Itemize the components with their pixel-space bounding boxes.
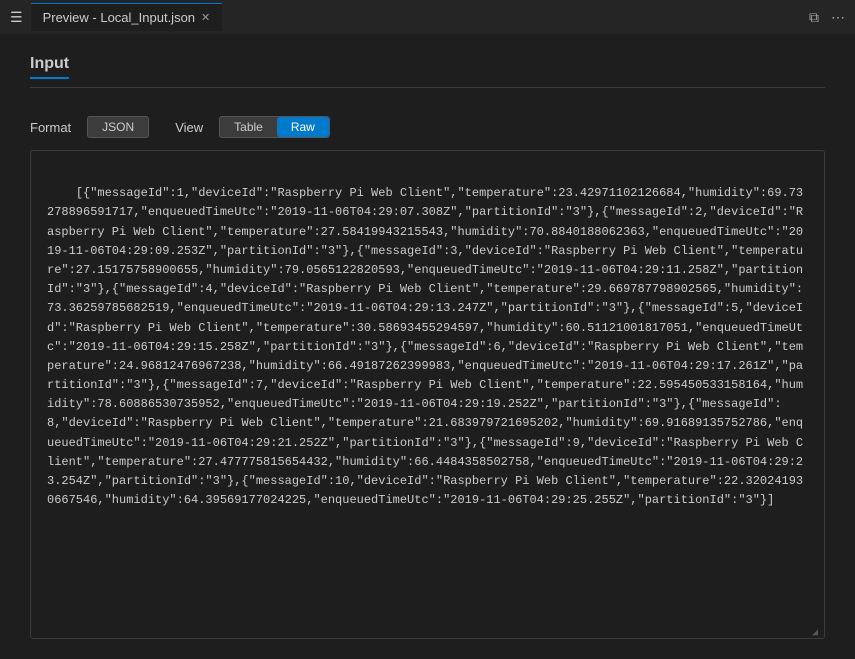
section-header: Input — [30, 55, 825, 79]
title-bar-right: ⧉ ⋯ — [809, 9, 845, 26]
more-actions-icon[interactable]: ⋯ — [831, 9, 845, 26]
header-divider — [30, 87, 825, 88]
title-bar-left: ☰ Preview - Local_Input.json ✕ — [10, 3, 222, 31]
title-bar: ☰ Preview - Local_Input.json ✕ ⧉ ⋯ — [0, 0, 855, 35]
toolbar: Format JSON View Table Raw — [30, 116, 825, 138]
section-title: Input — [30, 55, 69, 79]
raw-view-button[interactable]: Raw — [277, 117, 329, 137]
main-content: Input Format JSON View Table Raw [{"mess… — [0, 35, 855, 659]
editor-tab[interactable]: Preview - Local_Input.json ✕ — [31, 3, 223, 31]
tab-close-icon[interactable]: ✕ — [201, 11, 210, 24]
split-editor-icon[interactable]: ⧉ — [809, 9, 819, 26]
table-view-button[interactable]: Table — [220, 117, 277, 137]
view-label: View — [175, 120, 203, 135]
hamburger-icon[interactable]: ☰ — [10, 9, 23, 26]
format-label: Format — [30, 120, 71, 135]
tab-title: Preview - Local_Input.json — [43, 10, 195, 25]
view-btn-group: Table Raw — [219, 116, 330, 138]
resize-handle[interactable]: ◢ — [812, 626, 822, 636]
json-content-area[interactable]: [{"messageId":1,"deviceId":"Raspberry Pi… — [30, 150, 825, 639]
format-json-button[interactable]: JSON — [87, 116, 149, 138]
json-text: [{"messageId":1,"deviceId":"Raspberry Pi… — [47, 186, 803, 507]
